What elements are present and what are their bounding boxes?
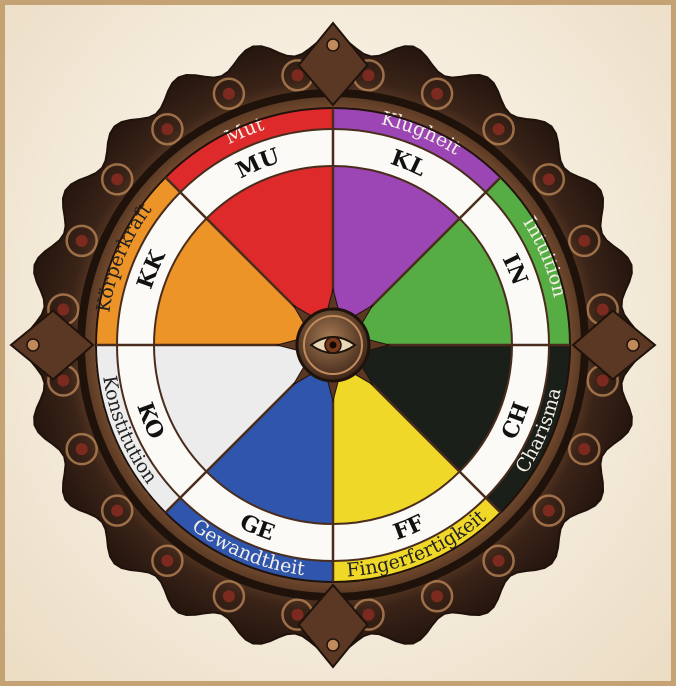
ornament-gem xyxy=(222,590,235,603)
ornament-gem xyxy=(578,443,591,456)
ornament-gem xyxy=(222,87,235,100)
ornament-gem xyxy=(291,608,304,621)
ornament-gem xyxy=(111,504,124,517)
ornament-gem xyxy=(57,303,70,316)
ornament-gem xyxy=(492,554,505,567)
ornament-gem xyxy=(291,69,304,82)
ornament-gem xyxy=(431,590,444,603)
ornament-spike-gem xyxy=(326,38,340,52)
ornament-spike-gem xyxy=(326,638,340,652)
ornament-gem xyxy=(431,87,444,100)
ornament-gem xyxy=(492,123,505,136)
ornament-gem xyxy=(75,443,88,456)
ornament-spike-gem xyxy=(26,338,40,352)
ornament-gem xyxy=(362,608,375,621)
ornament-gem xyxy=(362,69,375,82)
ornament-gem xyxy=(57,374,70,387)
ornament-gem xyxy=(578,234,591,247)
ornament-gem xyxy=(111,173,124,186)
center-medallion xyxy=(275,287,391,403)
ornament-gem xyxy=(161,554,174,567)
ornament-gem xyxy=(596,374,609,387)
ornament-gem xyxy=(596,303,609,316)
parchment-frame: Klugheit Intuition Charisma Fingerfertigkei… xyxy=(0,0,676,686)
attribute-wheel: KlugheitIntuitionCharismaFingerfertigkei… xyxy=(9,21,657,669)
ornament-spike-gem xyxy=(626,338,640,352)
ornament-gem xyxy=(161,123,174,136)
ornament-gem xyxy=(542,173,555,186)
ornament-gem xyxy=(542,504,555,517)
ornament-gem xyxy=(75,234,88,247)
